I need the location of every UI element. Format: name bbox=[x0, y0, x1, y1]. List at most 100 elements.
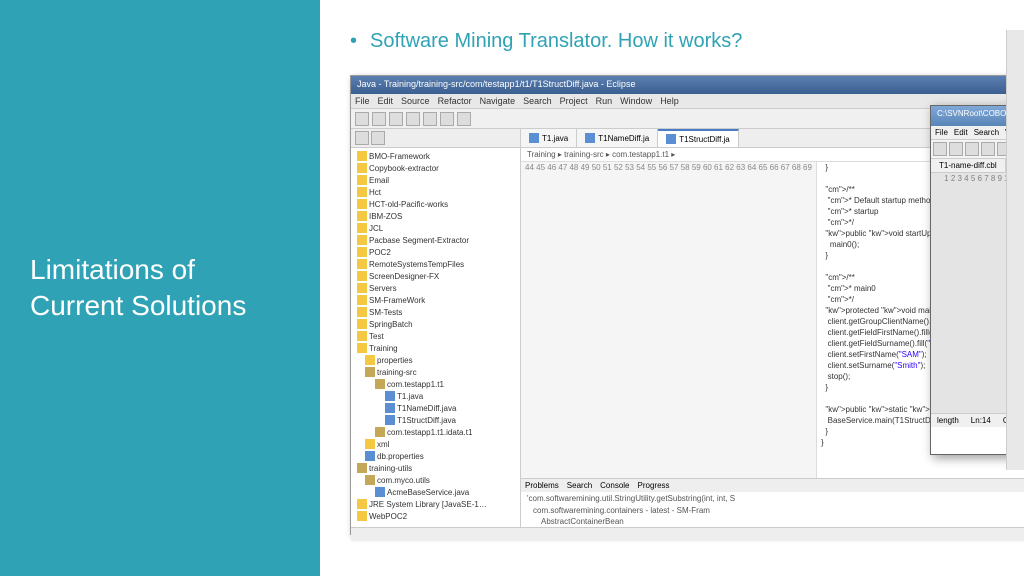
open-icon[interactable] bbox=[949, 142, 963, 156]
folder-icon bbox=[357, 343, 367, 353]
folder-icon bbox=[357, 187, 367, 197]
tool-icon[interactable] bbox=[457, 112, 471, 126]
tree-item[interactable]: WebPOC2 bbox=[353, 510, 518, 522]
tree-item[interactable]: xml bbox=[353, 438, 518, 450]
menu-source[interactable]: Source bbox=[401, 96, 430, 106]
tree-item[interactable]: JCL bbox=[353, 222, 518, 234]
pkg-icon bbox=[365, 367, 375, 377]
menu-project[interactable]: Project bbox=[560, 96, 588, 106]
menu-edit[interactable]: Edit bbox=[378, 96, 394, 106]
explorer-icon[interactable] bbox=[371, 131, 385, 145]
search-result: 'com.softwaremining.util.StringUtility.g… bbox=[521, 492, 1024, 505]
folder-icon bbox=[365, 439, 375, 449]
folder-icon bbox=[357, 175, 367, 185]
jfile-icon bbox=[385, 403, 395, 413]
folder-icon bbox=[357, 235, 367, 245]
project-tree[interactable]: BMO-FrameworkCopybook-extractorEmailHctH… bbox=[351, 148, 520, 524]
np-status-item: Ln:14 bbox=[971, 416, 991, 425]
menu-navigate[interactable]: Navigate bbox=[480, 96, 516, 106]
run-icon[interactable] bbox=[406, 112, 420, 126]
eclipse-toolbar: Quick Access Java EE Java Debug Web bbox=[351, 109, 1024, 129]
eclipse-titlebar[interactable]: Java - Training/training-src/com/testapp… bbox=[351, 76, 1024, 94]
folder-icon bbox=[357, 211, 367, 221]
tree-item[interactable]: T1NameDiff.java bbox=[353, 402, 518, 414]
tree-item[interactable]: SM-Tests bbox=[353, 306, 518, 318]
save-icon[interactable] bbox=[965, 142, 979, 156]
tree-item[interactable]: SpringBatch bbox=[353, 318, 518, 330]
search-result: com.softwaremining.containers - latest -… bbox=[521, 505, 1024, 516]
tree-item[interactable]: T1StructDiff.java bbox=[353, 414, 518, 426]
bottom-tab-progress[interactable]: Progress bbox=[638, 481, 670, 490]
menu-file[interactable]: File bbox=[355, 96, 370, 106]
menu-help[interactable]: Help bbox=[660, 96, 679, 106]
explorer-icon[interactable] bbox=[355, 131, 369, 145]
tree-item[interactable]: Servers bbox=[353, 282, 518, 294]
tool-icon[interactable] bbox=[423, 112, 437, 126]
jfile-icon bbox=[385, 415, 395, 425]
folder-icon bbox=[357, 247, 367, 257]
debug-icon[interactable] bbox=[389, 112, 403, 126]
np-menu-search[interactable]: Search bbox=[974, 128, 999, 137]
tree-item[interactable]: com.testapp1.t1.idata.t1 bbox=[353, 426, 518, 438]
folder-icon bbox=[357, 499, 367, 509]
tree-item[interactable]: Hct bbox=[353, 186, 518, 198]
tree-item[interactable]: Pacbase Segment-Extractor bbox=[353, 234, 518, 246]
tree-item[interactable]: Copybook-extractor bbox=[353, 162, 518, 174]
pkg-icon bbox=[365, 475, 375, 485]
tree-item[interactable]: ScreenDesigner-FX bbox=[353, 270, 518, 282]
tree-item[interactable]: training-utils bbox=[353, 462, 518, 474]
menu-refactor[interactable]: Refactor bbox=[438, 96, 472, 106]
tree-item[interactable]: Training bbox=[353, 342, 518, 354]
folder-icon bbox=[357, 223, 367, 233]
line-gutter: 44 45 46 47 48 49 50 51 52 53 54 55 56 5… bbox=[521, 162, 817, 478]
slide-scrollbar[interactable] bbox=[1006, 30, 1024, 470]
folder-icon bbox=[365, 355, 375, 365]
tool-icon[interactable] bbox=[440, 112, 454, 126]
editor-tab[interactable]: T1StructDiff.ja bbox=[658, 129, 739, 147]
java-icon bbox=[585, 133, 595, 143]
tree-item[interactable]: T1.java bbox=[353, 390, 518, 402]
tree-item[interactable]: IBM-ZOS bbox=[353, 210, 518, 222]
np-menu-edit[interactable]: Edit bbox=[954, 128, 968, 137]
bottom-tab-console[interactable]: Console bbox=[600, 481, 629, 490]
slide-right-panel: Software Mining Translator. How it works… bbox=[320, 0, 1024, 576]
menu-search[interactable]: Search bbox=[523, 96, 552, 106]
tool-icon[interactable] bbox=[981, 142, 995, 156]
tree-item[interactable]: RemoteSystemsTempFiles bbox=[353, 258, 518, 270]
project-explorer[interactable]: BMO-FrameworkCopybook-extractorEmailHctH… bbox=[351, 129, 521, 527]
tab-file1[interactable]: T1-name-diff.cbl bbox=[931, 159, 1006, 172]
folder-icon bbox=[357, 199, 367, 209]
bottom-panel-tabs: Problems Search Console Progress bbox=[521, 478, 1024, 492]
tree-item[interactable]: AcmeBaseService.java bbox=[353, 486, 518, 498]
tree-item[interactable]: HCT-old-Pacific-works bbox=[353, 198, 518, 210]
jfile-icon bbox=[385, 391, 395, 401]
editor-tab[interactable]: T1NameDiff.ja bbox=[577, 129, 658, 147]
pkg-icon bbox=[375, 427, 385, 437]
np-menu-file[interactable]: File bbox=[935, 128, 948, 137]
pkg-icon bbox=[375, 379, 385, 389]
save-icon[interactable] bbox=[372, 112, 386, 126]
tree-item[interactable]: BMO-Framework bbox=[353, 150, 518, 162]
tree-item[interactable]: properties bbox=[353, 354, 518, 366]
tree-item[interactable]: JRE System Library [JavaSE-1… bbox=[353, 498, 518, 510]
menu-run[interactable]: Run bbox=[596, 96, 613, 106]
tree-item[interactable]: POC2 bbox=[353, 246, 518, 258]
folder-icon bbox=[357, 319, 367, 329]
folder-icon bbox=[357, 283, 367, 293]
tree-item[interactable]: Test bbox=[353, 330, 518, 342]
bottom-tab-search[interactable]: Search bbox=[567, 481, 592, 490]
tree-item[interactable]: Email bbox=[353, 174, 518, 186]
search-result: AbstractContainerBean bbox=[521, 516, 1024, 527]
new-icon[interactable] bbox=[355, 112, 369, 126]
menu-window[interactable]: Window bbox=[620, 96, 652, 106]
folder-icon bbox=[357, 331, 367, 341]
bottom-tab-problems[interactable]: Problems bbox=[525, 481, 559, 490]
tree-item[interactable]: com.myco.utils bbox=[353, 474, 518, 486]
tree-item[interactable]: SM-FrameWork bbox=[353, 294, 518, 306]
new-icon[interactable] bbox=[933, 142, 947, 156]
tree-item[interactable]: com.testapp1.t1 bbox=[353, 378, 518, 390]
tree-item[interactable]: db.properties bbox=[353, 450, 518, 462]
tree-item[interactable]: training-src bbox=[353, 366, 518, 378]
editor-tab[interactable]: T1.java bbox=[521, 129, 577, 147]
pkg-icon bbox=[357, 463, 367, 473]
